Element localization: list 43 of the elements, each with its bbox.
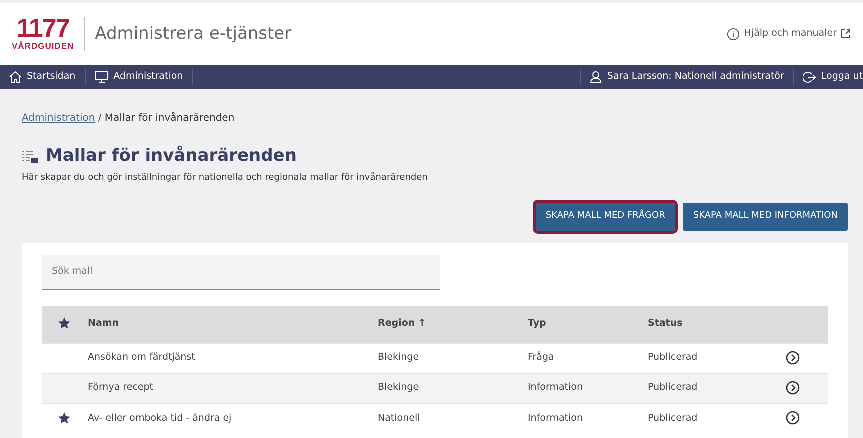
user-name: Sara Larsson: Nationell administratör [607, 70, 784, 84]
star-icon [58, 317, 71, 330]
home-icon [9, 71, 22, 83]
search-field[interactable]: Sök mall [42, 254, 440, 290]
chevron-circle-icon[interactable] [786, 411, 800, 426]
user-icon [590, 70, 602, 84]
nav-link[interactable]: Administration [114, 70, 184, 84]
create-template-button[interactable]: SKAPA MALL MED FRÅGOR [536, 203, 676, 230]
help-link[interactable]: Hjälp och manualer [744, 26, 837, 42]
logout-icon [803, 70, 816, 84]
chevron-circle-icon[interactable] [786, 381, 800, 396]
table-cell: Fråga [528, 352, 554, 364]
app-title: Administrera e-tjänster [84, 17, 292, 51]
create-template-button[interactable]: SKAPA MALL MED INFORMATION [683, 203, 848, 230]
column-header[interactable]: Region ↑ [378, 318, 426, 330]
list-icon [22, 150, 38, 163]
table-cell: Publicerad [648, 352, 698, 364]
table-cell: Publicerad [648, 382, 698, 394]
external-link-icon [841, 29, 851, 39]
table-cell: Information [528, 382, 583, 394]
logo-text: VÅRDGUIDEN [12, 40, 74, 52]
breadcrumb-link[interactable]: Administration [22, 113, 96, 124]
info-icon [727, 28, 740, 40]
table-cell: Förnya recept [88, 382, 154, 394]
column-header: Status [648, 318, 683, 330]
table-cell: Av- eller omboka tid - ändra ej [88, 412, 232, 424]
table-cell: Nationell [378, 412, 420, 424]
page-title: Mallar för invånarärenden [46, 144, 297, 168]
table-cell: Blekinge [378, 352, 420, 364]
logo-number: 1177 [16, 16, 70, 40]
star-icon [58, 412, 71, 425]
column-header: Typ [528, 318, 546, 330]
page-subtitle: Här skapar du och gör inställningar för nationella och regionala mallar för invånarärenden [21, 171, 429, 184]
table-cell: Information [528, 412, 583, 424]
monitor-icon [94, 71, 109, 83]
column-header: Namn [88, 318, 120, 330]
table-cell: Blekinge [378, 382, 420, 394]
table-cell: Ansökan om färdtjänst [88, 352, 196, 364]
nav-link[interactable]: Startsidan [27, 70, 76, 84]
logout-link[interactable]: Logga ut [821, 70, 863, 84]
breadcrumb-current: / Mallar för invånarärenden [98, 113, 235, 124]
table-cell: Publicerad [648, 412, 698, 424]
chevron-circle-icon[interactable] [786, 351, 800, 366]
